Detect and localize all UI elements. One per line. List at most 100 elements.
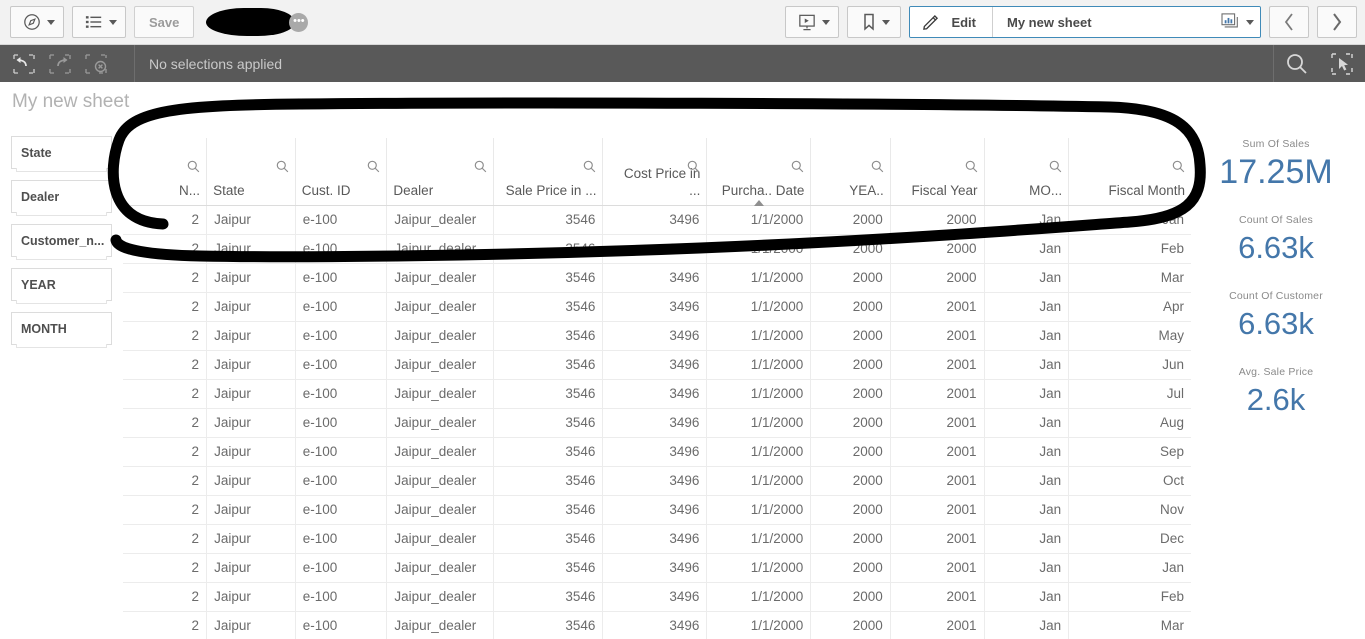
table-cell[interactable]: 3496 <box>602 466 708 496</box>
table-cell[interactable]: e-100 <box>295 611 388 639</box>
table-row[interactable]: 2 Jaipur e-100 Jaipur_dealer 3546 3496 1/1/200… <box>123 466 1191 496</box>
table-cell[interactable]: Jaipur_dealer <box>386 205 495 235</box>
column-search-icon[interactable] <box>965 160 978 178</box>
table-cell[interactable]: Jaipur_dealer <box>386 292 495 322</box>
table-cell[interactable]: Jaipur <box>206 553 296 583</box>
table-cell[interactable]: 2001 <box>890 321 985 351</box>
table-cell[interactable]: e-100 <box>295 408 388 438</box>
selection-forward-icon[interactable] <box>44 50 76 78</box>
table-row[interactable]: 2 Jaipur e-100 Jaipur_dealer 3546 3496 1/1/200… <box>123 205 1191 235</box>
table-column-header[interactable]: Sale Price in ... <box>493 138 604 206</box>
table-cell[interactable]: Jan <box>984 263 1070 293</box>
table-row[interactable]: 2 Jaipur e-100 Jaipur_dealer 3546 3496 1/1/200… <box>123 553 1191 583</box>
table-column-header[interactable]: State <box>206 138 296 206</box>
table-cell[interactable]: Jan <box>984 582 1070 612</box>
table-cell[interactable]: e-100 <box>295 553 388 583</box>
table-cell[interactable]: Jan <box>984 437 1070 467</box>
column-search-icon[interactable] <box>1172 160 1185 178</box>
table-cell[interactable]: 2001 <box>890 495 985 525</box>
table-cell[interactable]: 2000 <box>810 292 891 322</box>
table-cell[interactable]: 3496 <box>602 408 708 438</box>
table-column-header[interactable]: MO... <box>984 138 1070 206</box>
table-cell[interactable]: 3546 <box>493 437 604 467</box>
bookmarks-button[interactable] <box>847 6 902 38</box>
table-cell[interactable]: 3496 <box>602 553 708 583</box>
table-cell[interactable]: Jaipur_dealer <box>386 263 495 293</box>
search-icon[interactable] <box>1273 45 1319 82</box>
previous-sheet-button[interactable] <box>1269 6 1309 38</box>
table-cell[interactable]: 2000 <box>810 321 891 351</box>
table-cell[interactable]: e-100 <box>295 466 388 496</box>
table-cell[interactable]: e-100 <box>295 234 388 264</box>
table-cell[interactable]: 2 <box>123 234 208 264</box>
sheet-thumbnail-group[interactable] <box>1209 13 1254 31</box>
table-cell[interactable]: 2001 <box>890 350 985 380</box>
table-cell[interactable]: 3546 <box>493 466 604 496</box>
table-cell[interactable]: Apr <box>1068 292 1191 322</box>
table-cell[interactable]: 2 <box>123 524 208 554</box>
table-cell[interactable]: 2 <box>123 553 208 583</box>
table-cell[interactable]: 2 <box>123 582 208 612</box>
table-row[interactable]: 2 Jaipur e-100 Jaipur_dealer 3546 3496 1/1/200… <box>123 524 1191 554</box>
table-cell[interactable]: Jaipur <box>206 292 296 322</box>
table-cell[interactable]: Jaipur <box>206 466 296 496</box>
table-cell[interactable]: 1/1/2000 <box>706 205 812 235</box>
table-cell[interactable]: e-100 <box>295 495 388 525</box>
table-cell[interactable]: Jaipur_dealer <box>386 553 495 583</box>
table-column-header[interactable]: Purcha.. Date <box>706 138 812 206</box>
table-cell[interactable]: 2000 <box>810 553 891 583</box>
table-cell[interactable]: Jan <box>984 205 1070 235</box>
table-cell[interactable]: 3496 <box>602 495 708 525</box>
table-cell[interactable]: Jaipur <box>206 321 296 351</box>
table-cell[interactable]: 1/1/2000 <box>706 379 812 409</box>
table-cell[interactable]: Jaipur_dealer <box>386 234 495 264</box>
table-cell[interactable]: 1/1/2000 <box>706 437 812 467</box>
table-column-header[interactable]: Cost Price in ... <box>602 138 708 206</box>
table-cell[interactable]: 3546 <box>493 611 604 639</box>
table-cell[interactable]: May <box>1068 321 1191 351</box>
table-cell[interactable]: Jan <box>984 524 1070 554</box>
filter-pane-month[interactable]: MONTH <box>11 312 112 348</box>
table-cell[interactable]: 3546 <box>493 524 604 554</box>
table-cell[interactable]: 3546 <box>493 234 604 264</box>
table-cell[interactable]: 2000 <box>810 611 891 639</box>
table-cell[interactable]: 2 <box>123 321 208 351</box>
table-row[interactable]: 2 Jaipur e-100 Jaipur_dealer 3546 3496 1/1/200… <box>123 263 1191 293</box>
table-row[interactable]: 2 Jaipur e-100 Jaipur_dealer 3546 3496 1/1/200… <box>123 234 1191 264</box>
column-search-icon[interactable] <box>276 160 289 178</box>
table-cell[interactable]: 3546 <box>493 495 604 525</box>
table-cell[interactable]: 2001 <box>890 408 985 438</box>
table-cell[interactable]: Jaipur_dealer <box>386 321 495 351</box>
filter-pane-state[interactable]: State <box>11 136 112 172</box>
table-cell[interactable]: 3496 <box>602 205 708 235</box>
table-cell[interactable]: 1/1/2000 <box>706 408 812 438</box>
table-cell[interactable]: 2000 <box>810 234 891 264</box>
table-cell[interactable]: Jaipur <box>206 611 296 639</box>
table-cell[interactable]: 3546 <box>493 379 604 409</box>
table-cell[interactable]: 2000 <box>810 205 891 235</box>
table-cell[interactable]: Aug <box>1068 408 1191 438</box>
filter-pane-year[interactable]: YEAR <box>11 268 112 304</box>
table-cell[interactable]: 3546 <box>493 263 604 293</box>
table-row[interactable]: 2 Jaipur e-100 Jaipur_dealer 3546 3496 1/1/200… <box>123 495 1191 525</box>
table-cell[interactable]: 3496 <box>602 582 708 612</box>
table-cell[interactable]: Jaipur_dealer <box>386 408 495 438</box>
column-search-icon[interactable] <box>791 160 804 178</box>
table-cell[interactable]: 2000 <box>890 234 985 264</box>
table-cell[interactable]: Jaipur <box>206 524 296 554</box>
table-cell[interactable]: Feb <box>1068 582 1191 612</box>
table-cell[interactable]: 2 <box>123 495 208 525</box>
table-cell[interactable]: Jan <box>984 495 1070 525</box>
table-cell[interactable]: 1/1/2000 <box>706 611 812 639</box>
table-cell[interactable]: 2001 <box>890 582 985 612</box>
table-cell[interactable]: 1/1/2000 <box>706 321 812 351</box>
table-cell[interactable]: Jaipur_dealer <box>386 611 495 639</box>
table-cell[interactable]: Jan <box>984 234 1070 264</box>
table-cell[interactable]: 2000 <box>810 408 891 438</box>
table-cell[interactable]: Jan <box>984 553 1070 583</box>
column-search-icon[interactable] <box>474 160 487 178</box>
table-cell[interactable]: 2000 <box>890 263 985 293</box>
table-cell[interactable]: 2000 <box>810 379 891 409</box>
table-cell[interactable]: Mar <box>1068 263 1191 293</box>
table-cell[interactable]: 3496 <box>602 524 708 554</box>
